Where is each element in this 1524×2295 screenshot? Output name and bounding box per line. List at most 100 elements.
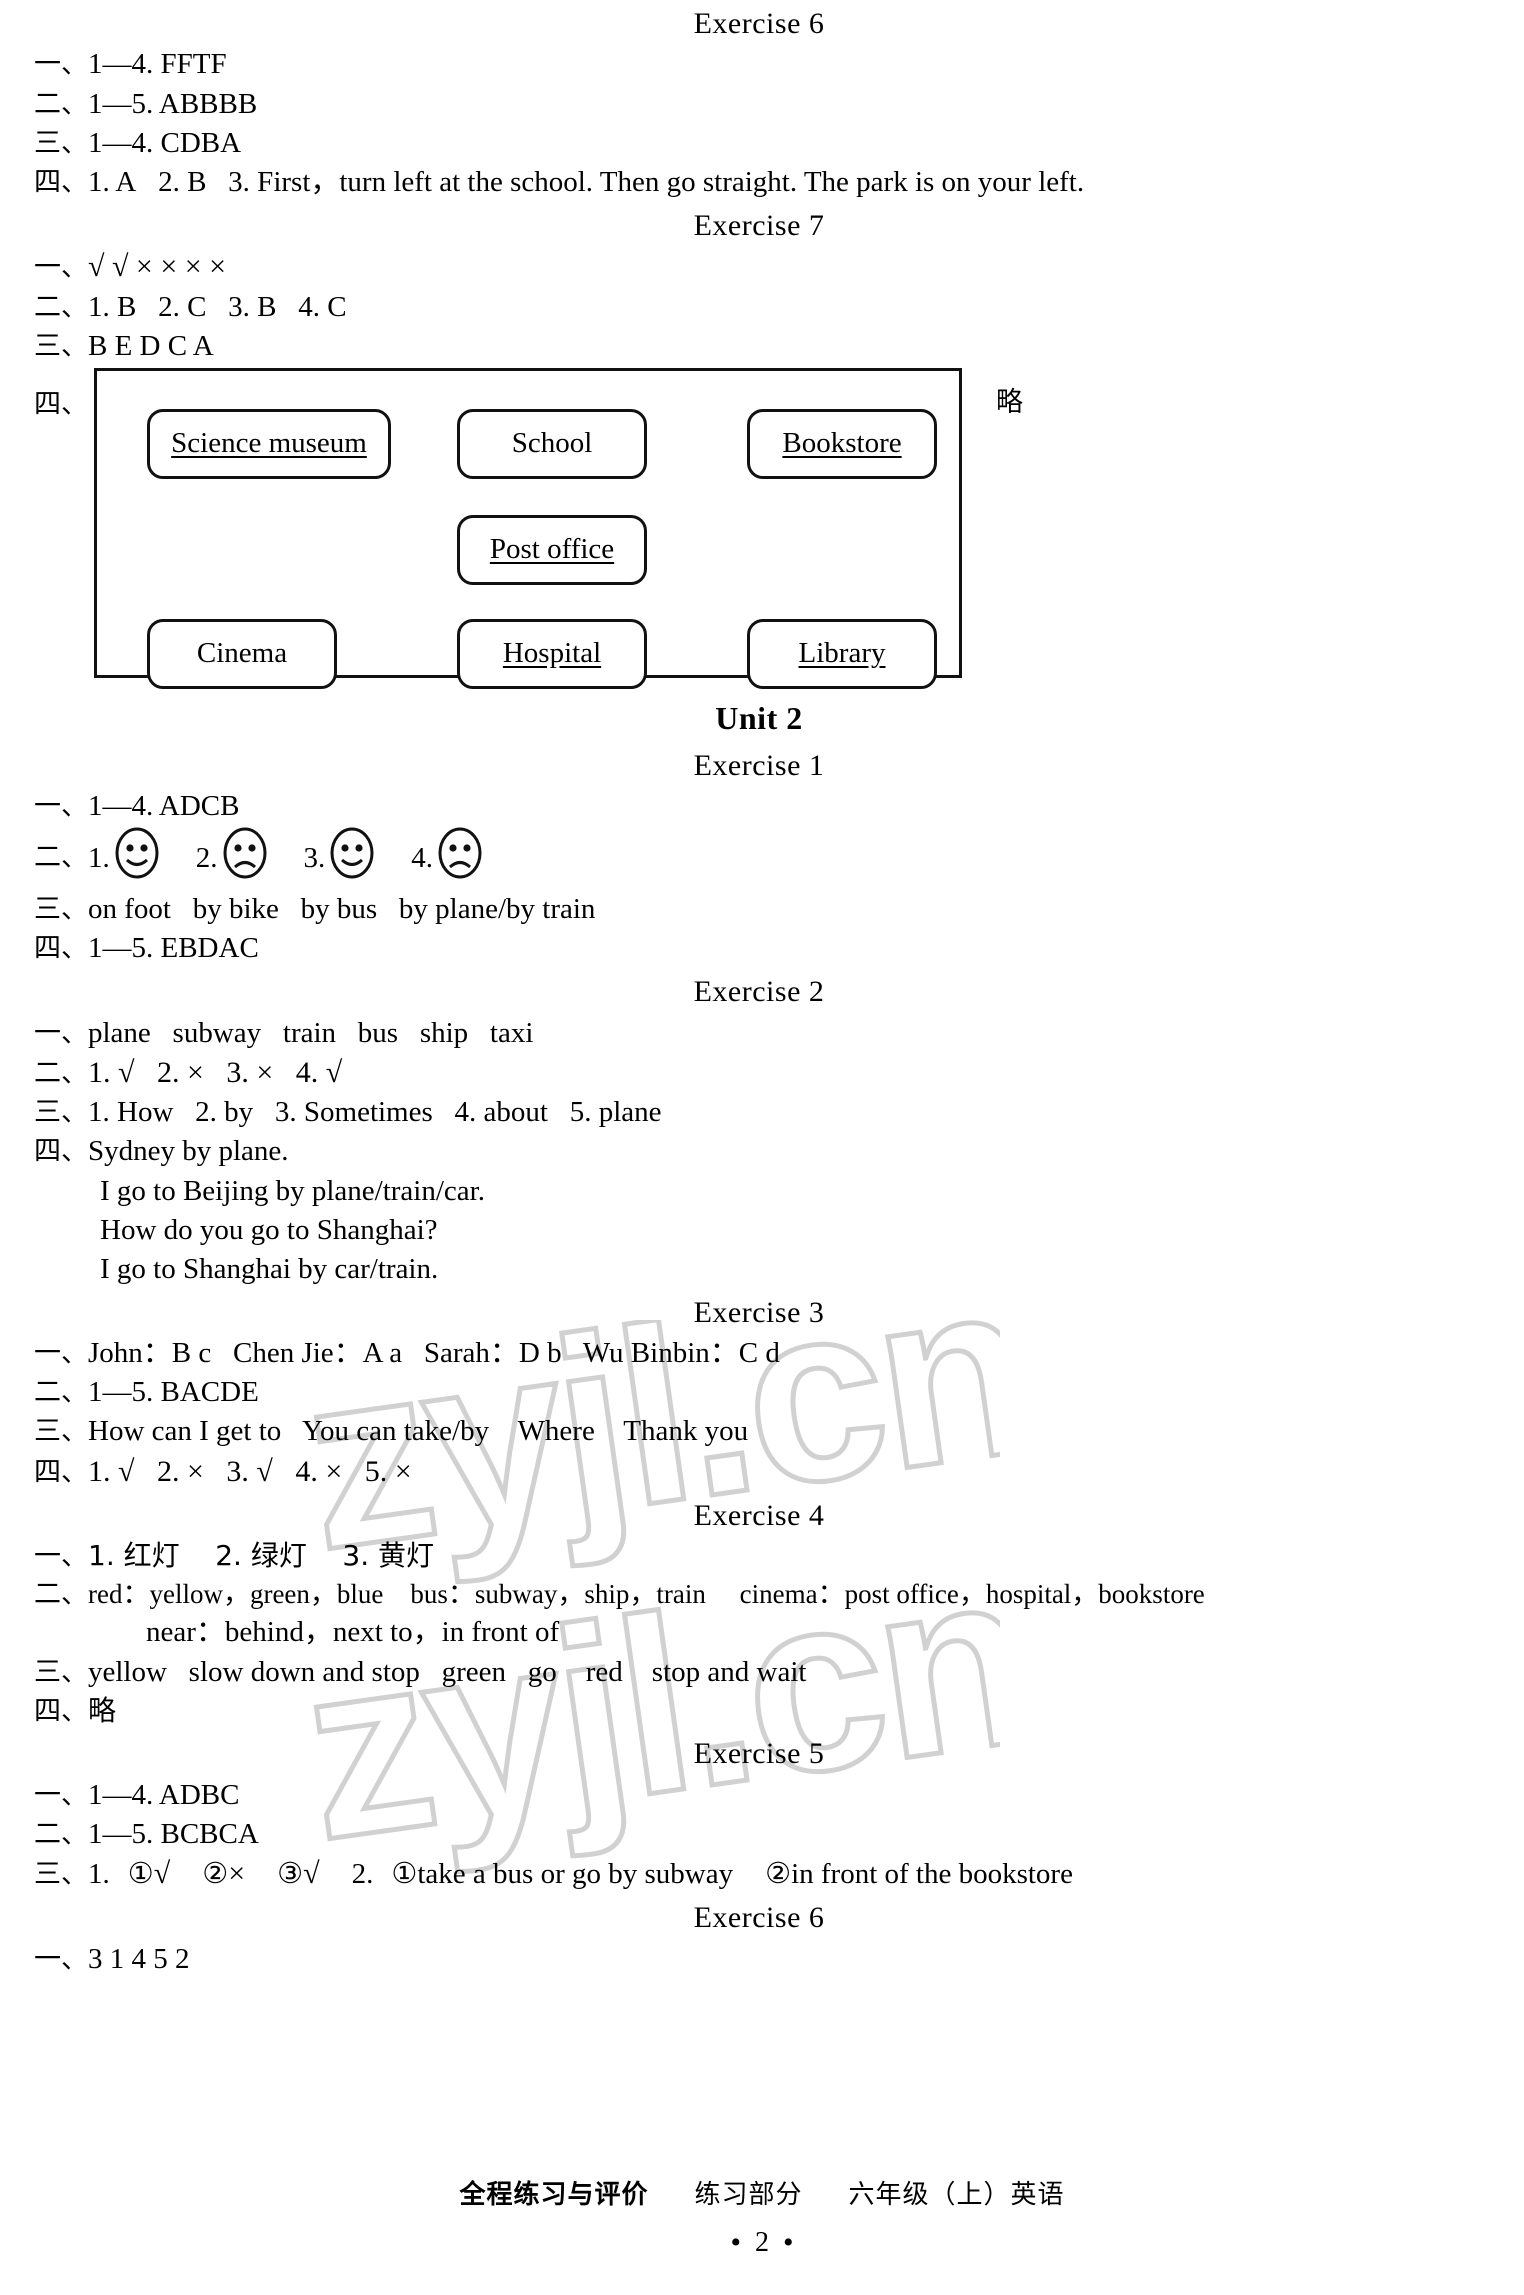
page-content: Exercise 6 一、 1—4. FFTF 二、 1—5. ABBBB 三、…: [0, 0, 1524, 1979]
item-text-4: 略: [88, 1693, 117, 1727]
item-text-3: 1. How 2. by 3. Sometimes 4. about 5. pl…: [88, 1096, 662, 1129]
answer-row: 三、 B E D C A: [34, 327, 1484, 366]
item-text-1: 1—4. ADCB: [88, 789, 240, 822]
item-text-2: red：yellow，green，blue bus：subway，ship，tr…: [88, 1578, 1205, 1609]
place-label: Bookstore: [782, 427, 902, 460]
answer-row-faces: 二、 1. 2. 3. 4.: [34, 826, 1484, 890]
item-text-4: 1. A 2. B 3. First，turn left at the scho…: [88, 165, 1085, 198]
book-title: 全程练习与评价: [459, 2180, 649, 2210]
item-number-3: 三、: [34, 1858, 88, 1890]
subline-text-2: How do you go to Shanghai?: [100, 1213, 438, 1246]
heading-exercise-5: Exercise 5: [693, 1737, 825, 1771]
item-number-3: 三、: [34, 1656, 88, 1688]
place-cinema: Cinema: [147, 618, 337, 689]
item-number-2: 二、: [34, 88, 88, 120]
item-text-1: 1—4. ADBC: [88, 1778, 240, 1811]
cross-mark-2: ×: [228, 1856, 246, 1890]
place-science-museum: Science museum: [147, 408, 391, 479]
item-text-4: 1. √ 2. × 3. √ 4. × 5. ×: [88, 1454, 412, 1488]
sad-face-icon: [222, 827, 268, 889]
item-number-3: 三、: [34, 1416, 88, 1448]
place-label: Science museum: [171, 427, 367, 460]
face-index-3: 3.: [303, 841, 326, 874]
item-text-1: 1—4. FFTF: [88, 48, 227, 81]
answer-subline: I go to Shanghai by car/train.: [34, 1250, 1484, 1289]
footer-section: 练习部分: [694, 2180, 803, 2210]
item-number-1: 一、: [34, 1338, 88, 1370]
item-number-4: 四、: [34, 1695, 88, 1727]
answer-row: 一、 3 1 4 5 2: [34, 1940, 1484, 1979]
answer-row: 三、 1. How 2. by 3. Sometimes 4. about 5.…: [34, 1093, 1484, 1132]
item-text-1: 3 1 4 5 2: [88, 1942, 190, 1975]
answer-row: 三、 1—4. CDBA: [34, 124, 1484, 163]
heading-exercise-1: Exercise 1: [693, 748, 825, 782]
heading-exercise-4: Exercise 4: [693, 1498, 825, 1532]
left-dot-icon: •: [730, 2226, 741, 2259]
answer-row: 一、 1. 红灯 2. 绿灯 3. 黄灯: [34, 1537, 1484, 1576]
item-number-2: 二、: [34, 1578, 88, 1610]
item-text-1: John：B c Chen Jie：A a Sarah：D b Wu Binbi…: [88, 1337, 780, 1370]
place-bookstore: Bookstore: [747, 408, 937, 479]
right-dot-icon: •: [783, 2226, 794, 2259]
item-number-1: 一、: [34, 1943, 88, 1975]
item-number-4: 四、: [34, 388, 88, 420]
item-number-4: 四、: [34, 166, 88, 198]
item-number-4: 四、: [34, 933, 88, 965]
item-number-2: 二、: [34, 1818, 88, 1850]
item-number-1: 一、: [34, 49, 88, 81]
circled-1-icon-b: ①: [391, 1857, 418, 1890]
item-number-1: 一、: [34, 790, 88, 822]
answer-row: 四、 1—5. EBDAC: [34, 929, 1484, 968]
circled-2-icon-b: ②: [765, 1857, 792, 1890]
place-hospital: Hospital: [457, 618, 647, 689]
heading-exercise-7: Exercise 7: [693, 208, 825, 242]
item-number-4: 四、: [34, 1136, 88, 1168]
place-label: Post office: [489, 533, 615, 566]
answer-row: 四、 1. √ 2. × 3. √ 4. × 5. ×: [34, 1452, 1484, 1492]
heading-unit-2: Unit 2: [715, 699, 803, 736]
item-number-3: 三、: [34, 330, 88, 362]
item-text-3: 1—4. CDBA: [88, 126, 242, 159]
answer-row: 二、 1. B 2. C 3. B 4. C: [34, 288, 1484, 327]
answer-row: 三、 on foot by bike by bus by plane/by tr…: [34, 890, 1484, 929]
answer-subline: I go to Beijing by plane/train/car.: [34, 1172, 1484, 1211]
item-number-1: 一、: [34, 1779, 88, 1811]
omitted-note: 略: [996, 386, 1023, 418]
footer-grade: 六年级（上）英语: [848, 2180, 1065, 2210]
answer-row: 二、 1—5. BACDE: [34, 1373, 1484, 1412]
item-number-3: 三、: [34, 894, 88, 926]
item-number-4: 四、: [34, 1456, 88, 1488]
subline-text-1: I go to Beijing by plane/train/car.: [100, 1174, 485, 1207]
item-number-1: 一、: [34, 1541, 88, 1573]
answer-row: 二、 1—5. BCBCA: [34, 1815, 1484, 1854]
circled-2-icon: ②: [202, 1857, 229, 1890]
check-mark-1: √: [153, 1856, 171, 1890]
face-index-1: 1.: [88, 841, 110, 874]
answer-row: 一、 1—4. ADCB: [34, 787, 1484, 826]
item-number-1: 一、: [34, 1017, 88, 1049]
answer-row: 三、 1. ① √ ② × ③ √ 2. ① take a bus or go …: [34, 1854, 1484, 1894]
page-footer: 全程练习与评价 练习部分 六年级（上）英语 • 2 •: [0, 2174, 1524, 2259]
place-label: Hospital: [502, 637, 602, 670]
item-text-1: 1. 红灯 2. 绿灯 3. 黄灯: [88, 1539, 435, 1573]
place-label: Cinema: [196, 637, 288, 670]
happy-face-icon: [329, 827, 375, 889]
heading-exercise-6-top: Exercise 6: [693, 7, 825, 40]
item-text-3: yellow slow down and stop green go red s…: [88, 1655, 807, 1688]
answer-row: 三、 How can I get to You can take/by Wher…: [34, 1412, 1484, 1451]
item-prefix-2: 2.: [351, 1857, 374, 1890]
place-label: Library: [798, 637, 886, 670]
answer-subline: near：behind，next to，in front of: [34, 1613, 1484, 1652]
answer-row: 一、 √ √ × × × ×: [34, 247, 1484, 287]
item-text-2: 1—5. BCBCA: [88, 1817, 259, 1850]
heading-exercise-2: Exercise 2: [693, 975, 825, 1009]
happy-face-icon: [114, 827, 160, 889]
subline-text: near：behind，next to，in front of: [146, 1616, 560, 1649]
item-text-4: take a bus or go by subway: [417, 1857, 734, 1890]
map-answer-row: 四、 Science museum School Bookstore Post …: [34, 366, 1484, 689]
item-text-4: Sydney by plane.: [88, 1135, 289, 1168]
face-index-2: 2.: [195, 841, 218, 874]
item-text-2: 1—5. BACDE: [88, 1376, 259, 1409]
place-label: School: [511, 427, 593, 460]
item-text-1: plane subway train bus ship taxi: [88, 1016, 534, 1049]
